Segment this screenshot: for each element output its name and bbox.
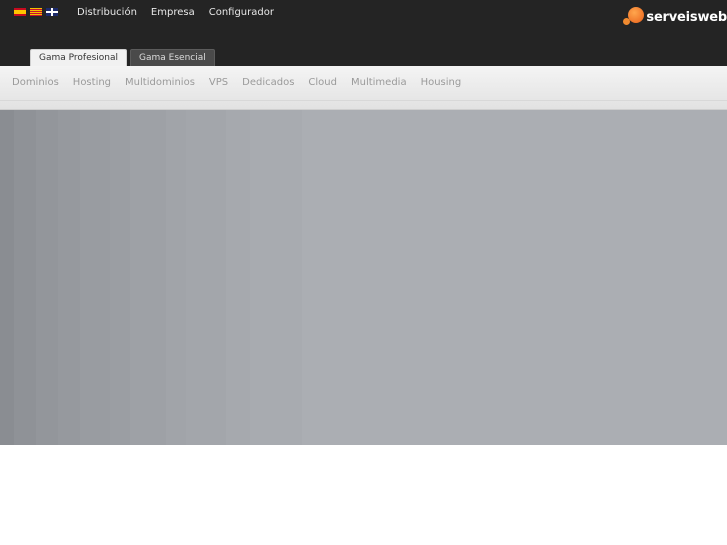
subnav-item-cloud[interactable]: Cloud — [308, 77, 337, 88]
hero-banner — [0, 110, 727, 445]
flag-es-icon[interactable] — [14, 8, 26, 16]
tab-gama-esencial[interactable]: Gama Esencial — [130, 49, 215, 66]
subnav-item-dedicados[interactable]: Dedicados — [242, 77, 294, 88]
top-nav: Distribución Empresa Configurador — [77, 7, 274, 18]
subnav-item-dominios[interactable]: Dominios — [12, 77, 59, 88]
flag-en-icon[interactable] — [46, 8, 58, 16]
subnav-item-vps[interactable]: VPS — [209, 77, 228, 88]
nav-link-distribucion[interactable]: Distribución — [77, 7, 137, 18]
subnav-item-housing[interactable]: Housing — [421, 77, 462, 88]
subnav-item-multimedia[interactable]: Multimedia — [351, 77, 407, 88]
subnav-item-multidominios[interactable]: Multidominios — [125, 77, 195, 88]
logo-icon — [623, 6, 645, 28]
top-bar: Distribución Empresa Configurador servei… — [0, 0, 727, 66]
logo-text: serveisweb — [646, 9, 727, 25]
nav-link-configurador[interactable]: Configurador — [209, 7, 274, 18]
nav-link-empresa[interactable]: Empresa — [151, 7, 195, 18]
flag-ca-icon[interactable] — [30, 8, 42, 16]
sub-nav: Dominios Hosting Multidominios VPS Dedic… — [0, 66, 727, 110]
logo[interactable]: serveisweb — [623, 6, 727, 28]
subnav-divider — [0, 100, 727, 101]
subnav-item-hosting[interactable]: Hosting — [73, 77, 111, 88]
tab-gama-profesional[interactable]: Gama Profesional — [30, 49, 128, 66]
language-selector — [14, 8, 58, 16]
product-range-tabs: Gama Profesional Gama Esencial — [30, 49, 215, 66]
